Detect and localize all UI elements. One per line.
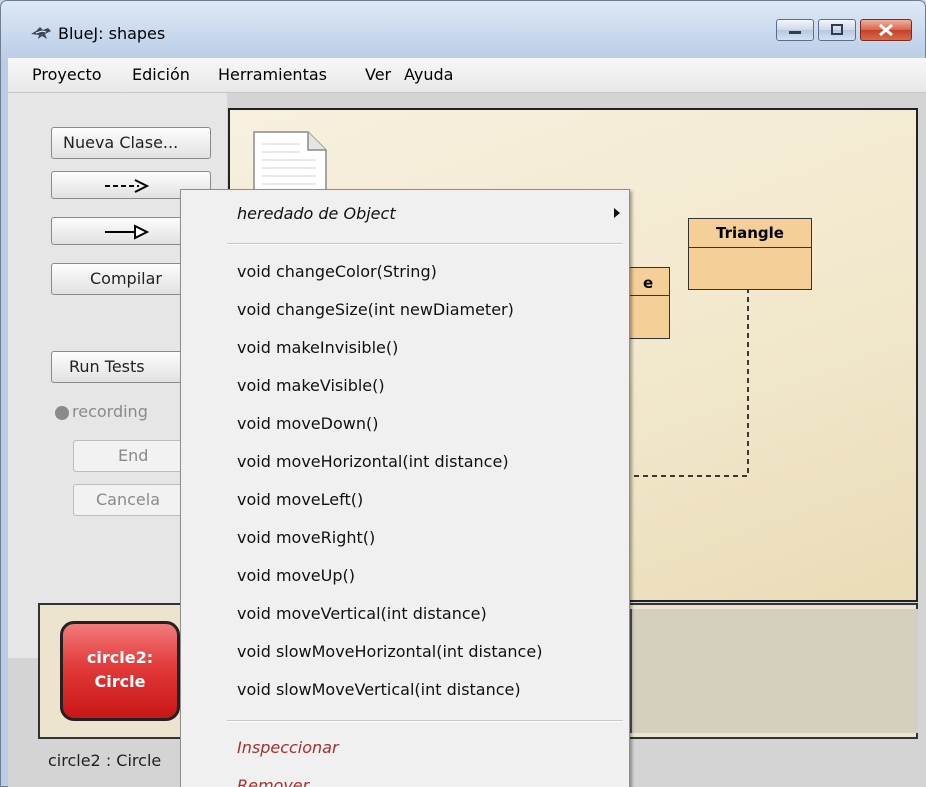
menu-separator [227,243,623,245]
window-title: BlueJ: shapes [58,24,166,43]
menu-ayuda[interactable]: Ayuda [404,65,453,84]
menu-item-inherited-from-object[interactable]: heredado de Object [237,204,396,223]
bluej-window: BlueJ: shapes Proyecto Edición Herramien… [0,0,926,787]
new-class-button[interactable]: Nueva Clase... [51,127,211,159]
menu-item-remove[interactable]: Remover [237,776,309,787]
object-class: Circle [94,672,146,691]
class-box-triangle[interactable]: Triangle [688,218,812,290]
submenu-arrow-icon [614,208,620,218]
recording-indicator-icon [55,406,69,420]
object-bench-scroll-area [630,609,918,733]
menu-item-method[interactable]: void changeSize(int newDiameter) [237,300,514,319]
dependency-arrow-icon [105,179,150,193]
minimize-button[interactable] [776,19,814,41]
object-name: circle2: [86,648,154,667]
menu-item-method[interactable]: void moveRight() [237,528,375,547]
menu-separator [227,720,623,722]
menu-item-method[interactable]: void changeColor(String) [237,262,437,281]
cancel-recording-button[interactable]: Cancela [73,484,183,516]
end-recording-button[interactable]: End [73,440,183,472]
bluej-bird-icon [31,27,51,39]
class-name: Triangle [689,219,811,248]
menu-item-method[interactable]: void moveHorizontal(int distance) [237,452,509,471]
menu-item-method[interactable]: void makeVisible() [237,376,385,395]
close-button[interactable] [860,19,912,41]
menu-item-method[interactable]: void moveVertical(int distance) [237,604,487,623]
status-bar-text: circle2 : Circle [48,751,162,770]
menu-proyecto[interactable]: Proyecto [32,65,102,84]
menu-item-method[interactable]: void moveUp() [237,566,355,585]
menu-item-method[interactable]: void moveLeft() [237,490,363,509]
menu-item-method[interactable]: void makeInvisible() [237,338,398,357]
maximize-icon [831,24,843,35]
menu-edicion[interactable]: Edición [132,65,190,84]
menu-item-inspect[interactable]: Inspeccionar [237,738,339,757]
menu-bar: Proyecto Edición Herramientas Ver Ayuda [8,58,926,93]
maximize-button[interactable] [818,19,856,41]
menu-item-method[interactable]: void slowMoveVertical(int distance) [237,680,521,699]
menu-item-method[interactable]: void moveDown() [237,414,378,433]
title-bar[interactable]: BlueJ: shapes [0,0,926,58]
close-icon [879,23,893,37]
menu-item-method[interactable]: void slowMoveHorizontal(int distance) [237,642,542,661]
object-context-menu: heredado de Object void changeColor(Stri… [180,189,630,787]
menu-herramientas[interactable]: Herramientas [218,65,327,84]
menu-ver[interactable]: Ver [365,65,391,84]
recording-label: recording [72,402,148,421]
inheritance-arrow-icon [105,224,150,240]
object-instance-circle2[interactable]: circle2: Circle [60,621,180,721]
minimize-icon [789,31,801,34]
